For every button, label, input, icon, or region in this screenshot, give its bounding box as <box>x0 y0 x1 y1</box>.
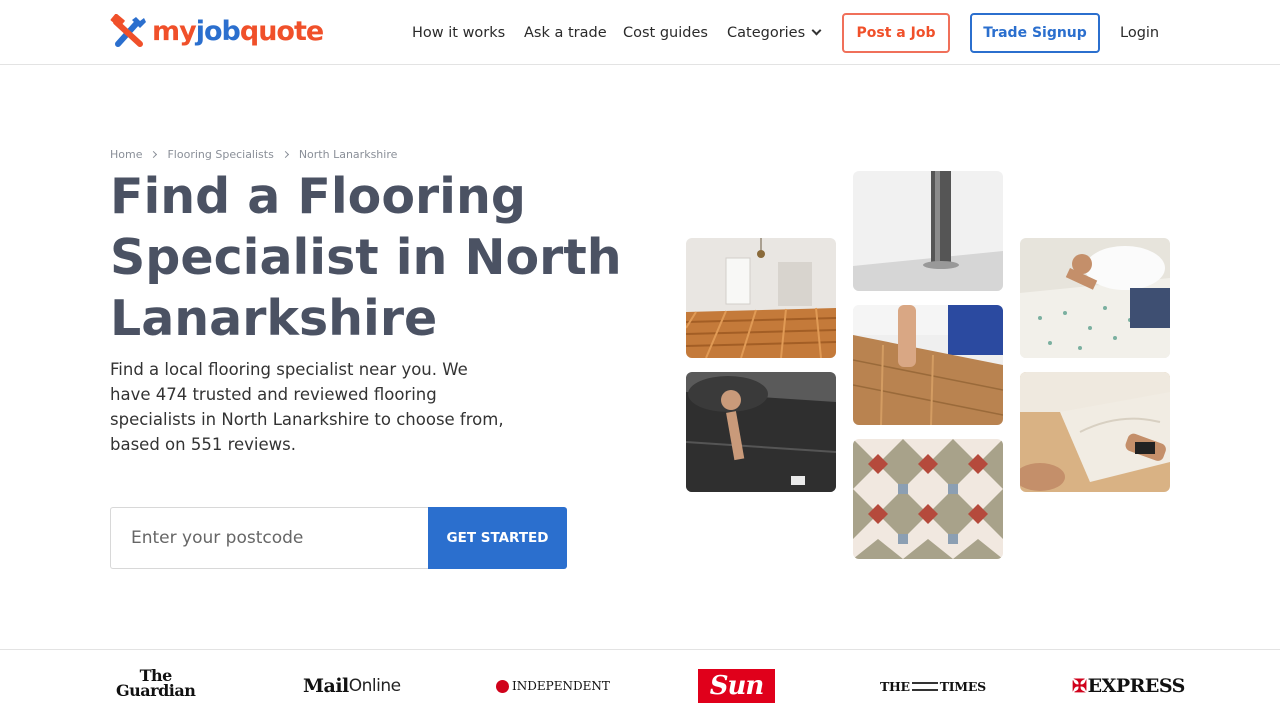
press-logos-bar: The Guardian Mail Online INDEPENDENT Sun … <box>0 649 1280 720</box>
photo-empty-room-parquet <box>686 238 836 358</box>
nav-categories[interactable]: Categories <box>727 13 822 53</box>
mailonline-logo: Mail Online <box>303 670 401 702</box>
the-times-logo-left: THE <box>880 678 910 694</box>
hero-description: Find a local flooring specialist near yo… <box>110 360 504 454</box>
logo[interactable]: myjobquote <box>110 14 324 50</box>
eagle-icon <box>496 679 509 693</box>
breadcrumb-flooring-specialists[interactable]: Flooring Specialists <box>167 148 273 161</box>
chevron-right-icon <box>150 150 158 159</box>
mailonline-logo-light: Online <box>348 676 401 696</box>
post-job-button[interactable]: Post a Job <box>842 13 950 53</box>
express-logo: ✠ EXPRESS <box>1072 670 1185 702</box>
crusader-icon: ✠ <box>1072 675 1087 697</box>
logo-wordmark: myjobquote <box>152 14 324 50</box>
photo-floor-level-pipe <box>853 171 1003 291</box>
chevron-down-icon <box>811 25 822 36</box>
page-title: Find a Flooring Specialist in North Lana… <box>110 168 622 347</box>
photo-worker-rubber-flooring <box>686 372 836 492</box>
tools-icon <box>110 14 146 47</box>
logo-text-job: job <box>195 16 241 47</box>
guardian-logo-line2: Guardian <box>116 681 196 700</box>
independent-logo-text: INDEPENDENT <box>512 679 610 693</box>
nav-categories-label: Categories <box>727 25 806 41</box>
independent-logo: INDEPENDENT <box>496 670 610 702</box>
logo-text-quote: quote <box>239 16 324 47</box>
photo-worker-tiling <box>1020 238 1170 358</box>
mailonline-logo-bold: Mail <box>303 675 349 697</box>
postcode-input[interactable] <box>110 507 428 569</box>
nav-ask-a-trade[interactable]: Ask a trade <box>524 13 607 53</box>
express-logo-text: EXPRESS <box>1087 675 1186 697</box>
photo-victorian-tiles <box>853 439 1003 559</box>
nav-cost-guides[interactable]: Cost guides <box>623 13 708 53</box>
guardian-logo: The Guardian <box>116 668 196 700</box>
photo-underlay-fitting <box>1020 372 1170 492</box>
photo-laminate-install <box>853 305 1003 425</box>
breadcrumb: Home Flooring Specialists North Lanarksh… <box>110 148 397 161</box>
logo-text-my: my <box>152 16 197 47</box>
crest-icon <box>911 681 938 691</box>
postcode-search-form: GET STARTED <box>110 507 567 569</box>
the-sun-logo-text: Sun <box>709 671 765 701</box>
get-started-button[interactable]: GET STARTED <box>428 507 567 569</box>
breadcrumb-home[interactable]: Home <box>110 148 142 161</box>
site-header: myjobquote How it works Ask a trade Cost… <box>0 0 1280 65</box>
nav-how-it-works[interactable]: How it works <box>412 13 505 53</box>
the-times-logo-right: TIMES <box>939 678 986 694</box>
the-sun-logo: Sun <box>698 669 775 703</box>
the-times-logo: THE TIMES <box>880 670 986 702</box>
trade-signup-button[interactable]: Trade Signup <box>970 13 1100 53</box>
breadcrumb-north-lanarkshire: North Lanarkshire <box>298 148 398 161</box>
chevron-right-icon <box>281 150 289 159</box>
nav-login[interactable]: Login <box>1120 13 1159 53</box>
